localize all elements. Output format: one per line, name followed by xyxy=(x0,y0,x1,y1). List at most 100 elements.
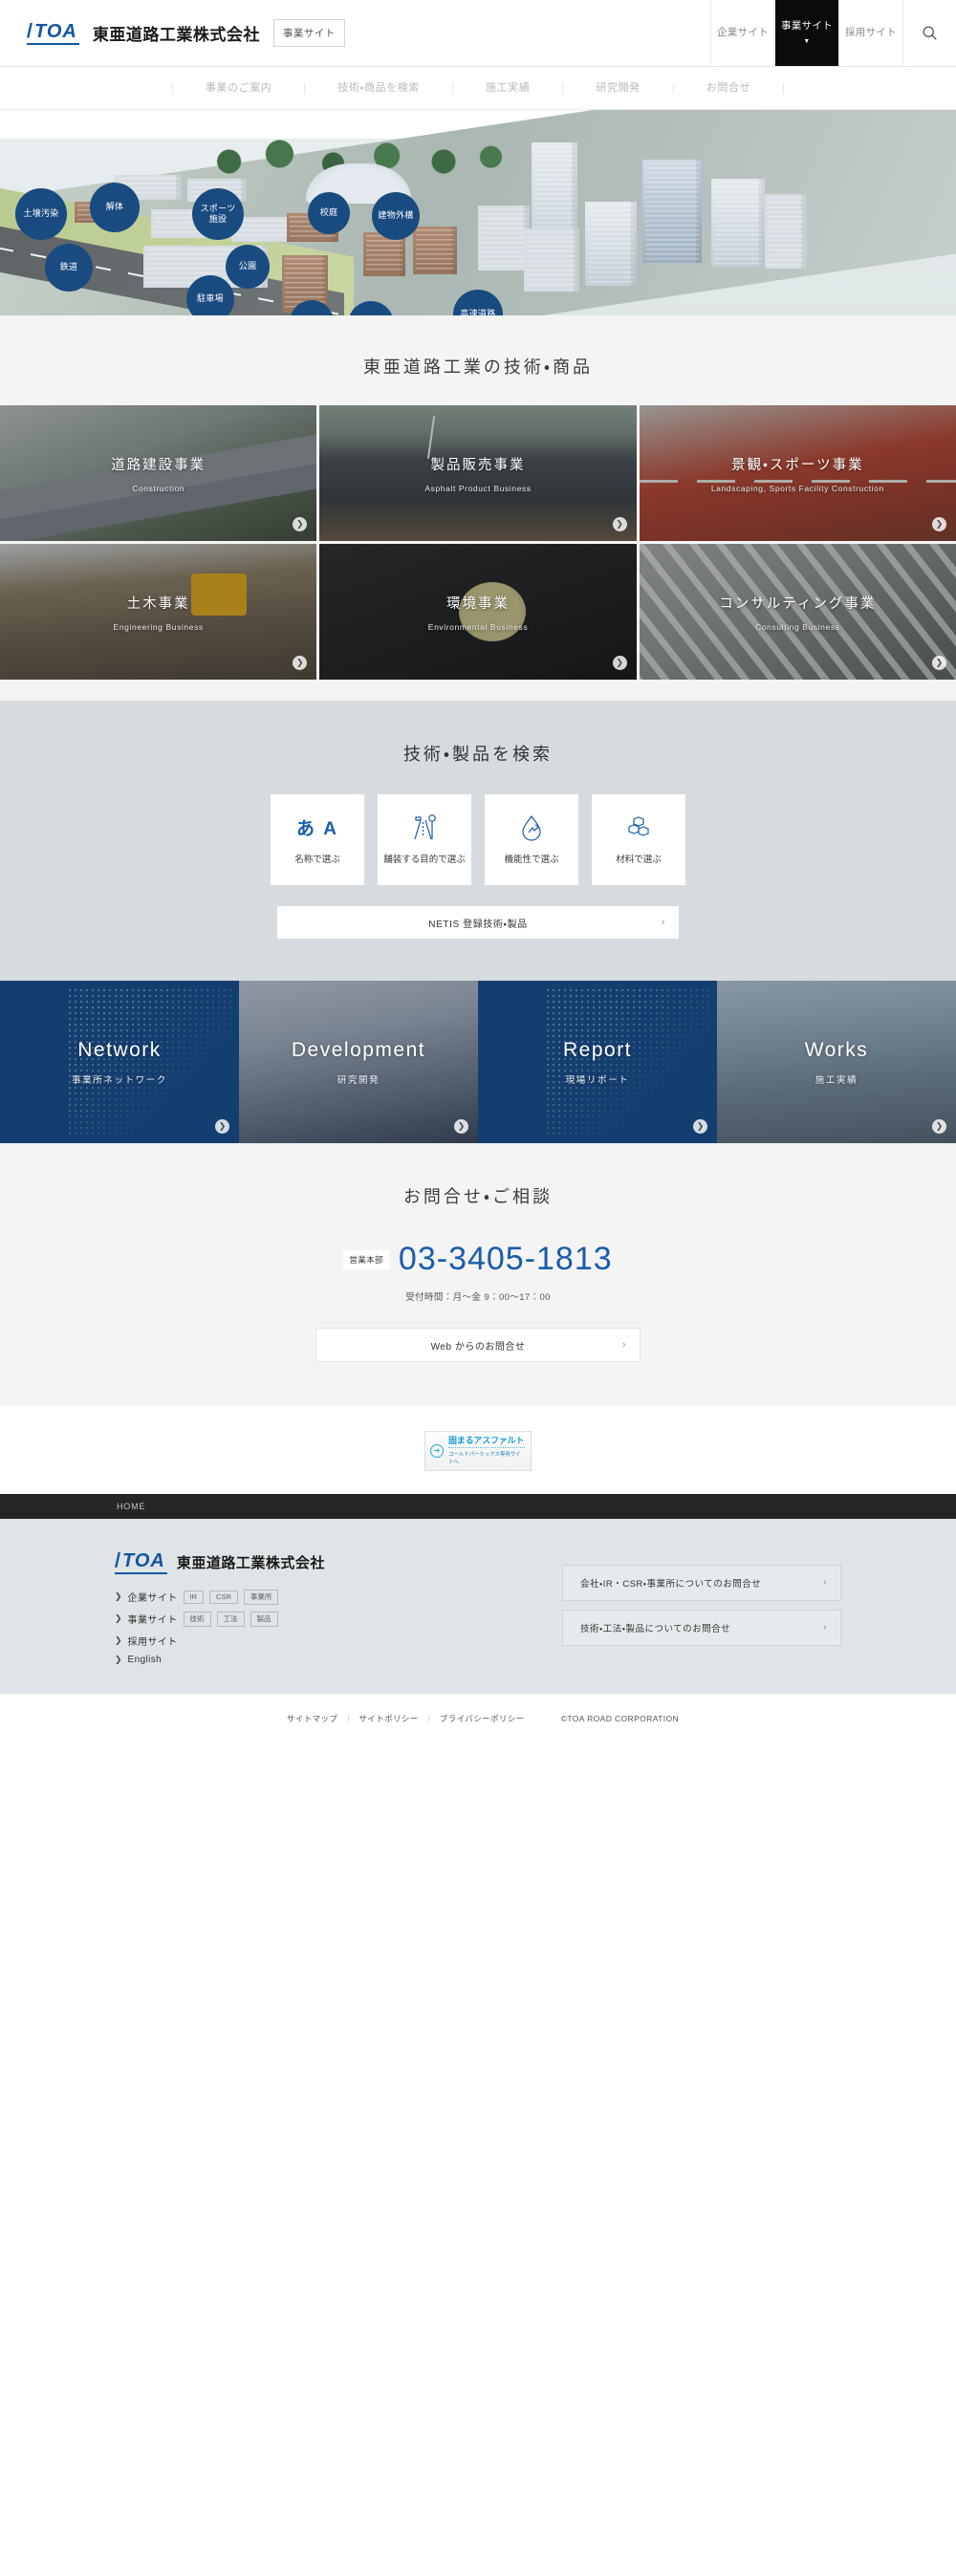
banner-section: ➔ 固まるアスファルト コールドパーミックス専用サイトへ xyxy=(0,1406,956,1494)
chevron-right-icon: ❯ xyxy=(932,1119,946,1134)
hero-cityscape: 土壌汚染 解体 スポーツ施設 校庭 建物外構 鉄道 公園 駐車場 橋 一般車道 … xyxy=(0,110,956,315)
footer-link-business[interactable]: ❯ 事業サイト 技術 工法 製品 xyxy=(115,1611,325,1627)
hero-pin[interactable]: 建物外構 xyxy=(372,192,420,240)
footer-link-corporate[interactable]: ❯ 企業サイト IR CSR 事業所 xyxy=(115,1589,325,1605)
nav-item-contact[interactable]: お問合せ xyxy=(672,82,785,94)
banner-line-2: コールドパーミックス専用サイトへ xyxy=(448,1447,525,1465)
bottom-link-privacy-policy[interactable]: プライバシーポリシー xyxy=(430,1713,534,1724)
hero-pin[interactable]: スポーツ 施設 xyxy=(192,188,244,240)
tab-recruit-site[interactable]: 採用サイト xyxy=(838,0,902,66)
copyright: ©TOA ROAD CORPORATION xyxy=(560,1713,680,1723)
panel-report[interactable]: Report 現場リポート ❯ xyxy=(478,981,717,1143)
business-card-engineering[interactable]: 土木事業 Engineering Business ❯ xyxy=(0,544,317,680)
tech-search-section: 技術・製品を検索 あ A 名称で選ぶ 舗装する目的で選ぶ 機能性で選ぶ 材料で選… xyxy=(0,701,956,981)
tab-label: 採用サイト xyxy=(845,26,897,38)
search-icon xyxy=(923,26,937,40)
search-card-grid: あ A 名称で選ぶ 舗装する目的で選ぶ 機能性で選ぶ 材料で選ぶ xyxy=(0,794,956,885)
secondary-nav: 事業のご案内 技術・商品を検索 施工実績 研究開発 お問合せ xyxy=(0,67,956,110)
chevron-right-icon: › xyxy=(823,1577,827,1589)
card-subtitle: Engineering Business xyxy=(113,621,204,632)
search-button[interactable] xyxy=(902,0,956,66)
panel-title-ja: 事業所ネットワーク xyxy=(72,1074,167,1086)
panel-title-en: Network xyxy=(77,1038,162,1061)
footer-inquiry-corporate-button[interactable]: 会社・IR・CSR・事業所についてのお問合せ › xyxy=(562,1564,841,1601)
hero-pin[interactable]: 鉄道 xyxy=(45,244,93,292)
business-card-landscaping-sports[interactable]: 景観・スポーツ事業 Landscaping, Sports Facility C… xyxy=(639,405,956,541)
site-header: TOA 東亜道路工業株式会社 事業サイト 企業サイト 事業サイト ▼ 採用サイト xyxy=(0,0,956,67)
feature-panels: Network 事業所ネットワーク ❯ Development 研究開発 ❯ R… xyxy=(0,981,956,1143)
nav-item-works[interactable]: 施工実績 xyxy=(451,82,562,94)
footer-tag[interactable]: IR xyxy=(183,1590,205,1604)
footer-company-name: 東亜道路工業株式会社 xyxy=(176,1555,325,1572)
tab-corporate-site[interactable]: 企業サイト xyxy=(710,0,774,66)
business-card-asphalt-product[interactable]: 製品販売事業 Asphalt Product Business ❯ xyxy=(319,405,637,541)
hero-pin[interactable]: 公園 xyxy=(226,245,270,289)
footer-inquiry-product-button[interactable]: 技術・工法・製品についてのお問合せ › xyxy=(562,1609,841,1646)
search-card-label: 名称で選ぶ xyxy=(294,854,340,865)
footer-tag[interactable]: 事業所 xyxy=(243,1589,279,1605)
web-inquiry-button[interactable]: Web からのお問合せ › xyxy=(315,1328,641,1362)
footer-tag[interactable]: 製品 xyxy=(250,1611,278,1627)
chevron-right-icon: ❯ xyxy=(115,1654,122,1664)
hero-pin[interactable]: 土壌汚染 xyxy=(15,188,67,240)
business-card-environmental[interactable]: 環境事業 Environmental Business ❯ xyxy=(319,544,637,680)
tab-label: 事業サイト xyxy=(781,19,833,32)
hero-pin[interactable]: 校庭 xyxy=(308,192,350,234)
card-subtitle: Asphalt Product Business xyxy=(424,483,532,493)
footer-tag[interactable]: 工法 xyxy=(216,1611,245,1627)
business-section-title: 東亜道路工業の技術・商品 xyxy=(362,357,594,377)
business-card-consulting[interactable]: コンサルティング事業 Consulting Business ❯ xyxy=(639,544,956,680)
search-card-by-material[interactable]: 材料で選ぶ xyxy=(592,794,685,885)
bottom-link-sitemap[interactable]: サイトマップ xyxy=(277,1713,347,1724)
footer-link-list: ❯ 企業サイト IR CSR 事業所 ❯ 事業サイト 技術 工法 製品 ❯ 採用… xyxy=(115,1589,325,1665)
search-card-by-purpose[interactable]: 舗装する目的で選ぶ xyxy=(378,794,471,885)
contact-section-title: お問合せ・ご相談 xyxy=(402,1187,554,1206)
nav-item-tech-search[interactable]: 技術・商品を検索 xyxy=(304,82,452,94)
site-type-badge: 事業サイト xyxy=(272,19,345,47)
netis-link-bar[interactable]: NETIS 登録技術・製品 › xyxy=(277,906,679,939)
business-card-construction[interactable]: 道路建設事業 Construction ❯ xyxy=(0,405,317,541)
footer-brand[interactable]: TOA 東亜道路工業株式会社 xyxy=(115,1551,325,1574)
footer-tag[interactable]: 技術 xyxy=(183,1611,211,1627)
chevron-right-icon: › xyxy=(621,1339,626,1351)
footer-tag[interactable]: CSR xyxy=(209,1590,238,1604)
panel-development[interactable]: Development 研究開発 ❯ xyxy=(239,981,478,1143)
nav-item-rnd[interactable]: 研究開発 xyxy=(562,82,672,94)
panel-title-en: Report xyxy=(562,1038,633,1061)
nav-item-business-guide[interactable]: 事業のご案内 xyxy=(171,82,305,94)
chevron-right-icon: ❯ xyxy=(215,1119,229,1134)
search-section-title: 技術・製品を検索 xyxy=(402,745,554,764)
site-footer: TOA 東亜道路工業株式会社 ❯ 企業サイト IR CSR 事業所 ❯ 事業サイ… xyxy=(0,1518,956,1694)
search-card-by-name[interactable]: あ A 名称で選ぶ xyxy=(271,794,364,885)
card-title: 景観・スポーツ事業 xyxy=(731,457,864,473)
footer-link-recruit[interactable]: ❯ 採用サイト xyxy=(115,1634,325,1648)
footer-bottom-bar: サイトマップ | サイトポリシー | プライバシーポリシー ©TOA ROAD … xyxy=(0,1693,956,1743)
chevron-right-icon: ❯ xyxy=(115,1634,122,1645)
breadcrumb-home[interactable]: HOME xyxy=(117,1502,145,1511)
business-hours: 受付時間：月〜金 9：00〜17：00 xyxy=(405,1292,551,1303)
molecule-icon xyxy=(625,813,652,842)
hero-illustration xyxy=(0,110,956,315)
tab-business-site[interactable]: 事業サイト ▼ xyxy=(774,0,838,66)
hero-pin[interactable]: 駐車場 xyxy=(186,275,234,315)
header-brand[interactable]: TOA 東亜道路工業株式会社 事業サイト xyxy=(0,0,710,66)
hero-building xyxy=(585,202,637,286)
search-card-by-function[interactable]: 機能性で選ぶ xyxy=(485,794,578,885)
panel-network[interactable]: Network 事業所ネットワーク ❯ xyxy=(0,981,239,1143)
chevron-right-icon: ❯ xyxy=(693,1119,707,1134)
panel-works[interactable]: Works 施工実績 ❯ xyxy=(717,981,956,1143)
footer-button-label: 技術・工法・製品についてのお問合せ xyxy=(580,1623,731,1634)
hero-building xyxy=(765,194,807,269)
footer-link-english[interactable]: ❯ English xyxy=(115,1655,325,1665)
header-site-tabs: 企業サイト 事業サイト ▼ 採用サイト xyxy=(710,0,902,66)
cold-permix-banner[interactable]: ➔ 固まるアスファルト コールドパーミックス専用サイトへ xyxy=(424,1431,532,1471)
phone-number[interactable]: 03-3405-1813 xyxy=(399,1241,613,1278)
kana-alpha-icon: あ A xyxy=(296,813,338,842)
toa-logo-icon: TOA xyxy=(27,22,79,45)
card-subtitle: Construction xyxy=(132,483,185,493)
bottom-link-site-policy[interactable]: サイトポリシー xyxy=(349,1713,427,1724)
panel-title-ja: 研究開発 xyxy=(337,1074,380,1086)
chevron-right-icon: ❯ xyxy=(932,517,946,531)
hero-pin[interactable]: 解体 xyxy=(90,183,140,232)
hero-building xyxy=(642,160,702,263)
